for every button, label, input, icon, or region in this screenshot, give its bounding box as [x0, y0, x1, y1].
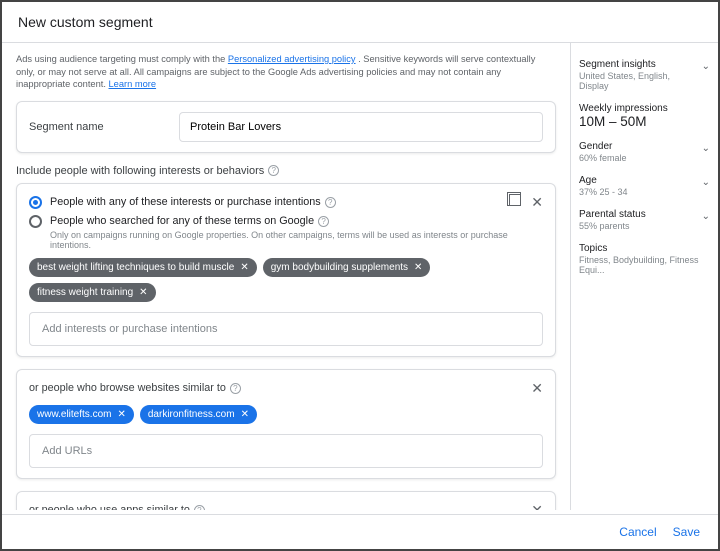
copy-icon[interactable]	[509, 194, 521, 206]
policy-link[interactable]: Personalized advertising policy	[228, 54, 356, 64]
segment-name-card: Segment name	[16, 101, 556, 153]
interests-card: People with any of these interests or pu…	[16, 183, 556, 357]
interest-chip[interactable]: gym bodybuilding supplements✕	[263, 258, 431, 277]
segment-name-input[interactable]	[179, 112, 543, 142]
dialog-title: New custom segment	[2, 2, 718, 43]
include-label: Include people with following interests …	[16, 165, 556, 177]
save-button[interactable]: Save	[673, 525, 700, 539]
websites-input[interactable]: Add URLs	[29, 434, 543, 468]
remove-chip-icon[interactable]: ✕	[117, 409, 125, 420]
learn-more-link[interactable]: Learn more	[109, 79, 157, 89]
apps-label: or people who use apps similar to	[29, 504, 190, 510]
interest-chip[interactable]: best weight lifting techniques to build …	[29, 258, 257, 277]
cancel-button[interactable]: Cancel	[619, 525, 656, 539]
help-icon[interactable]: ?	[194, 505, 205, 510]
website-chip[interactable]: darkironfitness.com✕	[140, 405, 257, 424]
insights-parental[interactable]: Parental status 55% parents ⌄	[577, 203, 712, 237]
help-icon[interactable]: ?	[325, 197, 336, 208]
interest-chips: best weight lifting techniques to build …	[29, 258, 543, 302]
main-panel: Ads using audience targeting must comply…	[2, 43, 570, 510]
chevron-down-icon: ⌄	[702, 59, 710, 72]
close-icon[interactable]: ✕	[531, 502, 543, 510]
help-icon[interactable]: ?	[318, 216, 329, 227]
remove-chip-icon[interactable]: ✕	[241, 409, 249, 420]
remove-chip-icon[interactable]: ✕	[240, 262, 248, 273]
websites-card: or people who browse websites similar to…	[16, 369, 556, 479]
chevron-down-icon: ⌄	[702, 209, 710, 222]
apps-card: or people who use apps similar to ? ✕ + …	[16, 491, 556, 510]
chevron-down-icon: ⌄	[702, 175, 710, 188]
radio-interests[interactable]: People with any of these interests or pu…	[29, 194, 543, 211]
radio-search-terms[interactable]: People who searched for any of these ter…	[29, 215, 543, 228]
help-icon[interactable]: ?	[268, 165, 279, 176]
insights-gender[interactable]: Gender 60% female ⌄	[577, 135, 712, 169]
close-icon[interactable]: ✕	[531, 194, 543, 211]
insights-header[interactable]: Segment insights United States, English,…	[577, 53, 712, 97]
interests-input[interactable]: Add interests or purchase intentions	[29, 312, 543, 346]
interest-chip[interactable]: fitness weight training✕	[29, 283, 156, 302]
radio-icon-checked	[29, 196, 42, 209]
insights-topics: Topics Fitness, Bodybuilding, Fitness Eq…	[577, 237, 712, 281]
close-icon[interactable]: ✕	[531, 380, 543, 397]
notice-text-pre: Ads using audience targeting must comply…	[16, 54, 228, 64]
remove-chip-icon[interactable]: ✕	[414, 262, 422, 273]
dialog-footer: Cancel Save	[2, 514, 718, 549]
radio-icon-unchecked	[29, 215, 42, 228]
radio2-subtext: Only on campaigns running on Google prop…	[50, 230, 543, 250]
insights-impressions: Weekly impressions 10M – 50M	[577, 97, 712, 135]
website-chip[interactable]: www.elitefts.com✕	[29, 405, 134, 424]
website-chips: www.elitefts.com✕ darkironfitness.com✕	[29, 405, 543, 424]
insights-age[interactable]: Age 37% 25 - 34 ⌄	[577, 169, 712, 203]
insights-sidebar: Segment insights United States, English,…	[570, 43, 718, 510]
chevron-down-icon: ⌄	[702, 141, 710, 154]
policy-notice: Ads using audience targeting must comply…	[16, 53, 556, 91]
remove-chip-icon[interactable]: ✕	[139, 287, 147, 298]
websites-label: or people who browse websites similar to	[29, 382, 226, 394]
help-icon[interactable]: ?	[230, 383, 241, 394]
segment-name-label: Segment name	[29, 121, 179, 133]
